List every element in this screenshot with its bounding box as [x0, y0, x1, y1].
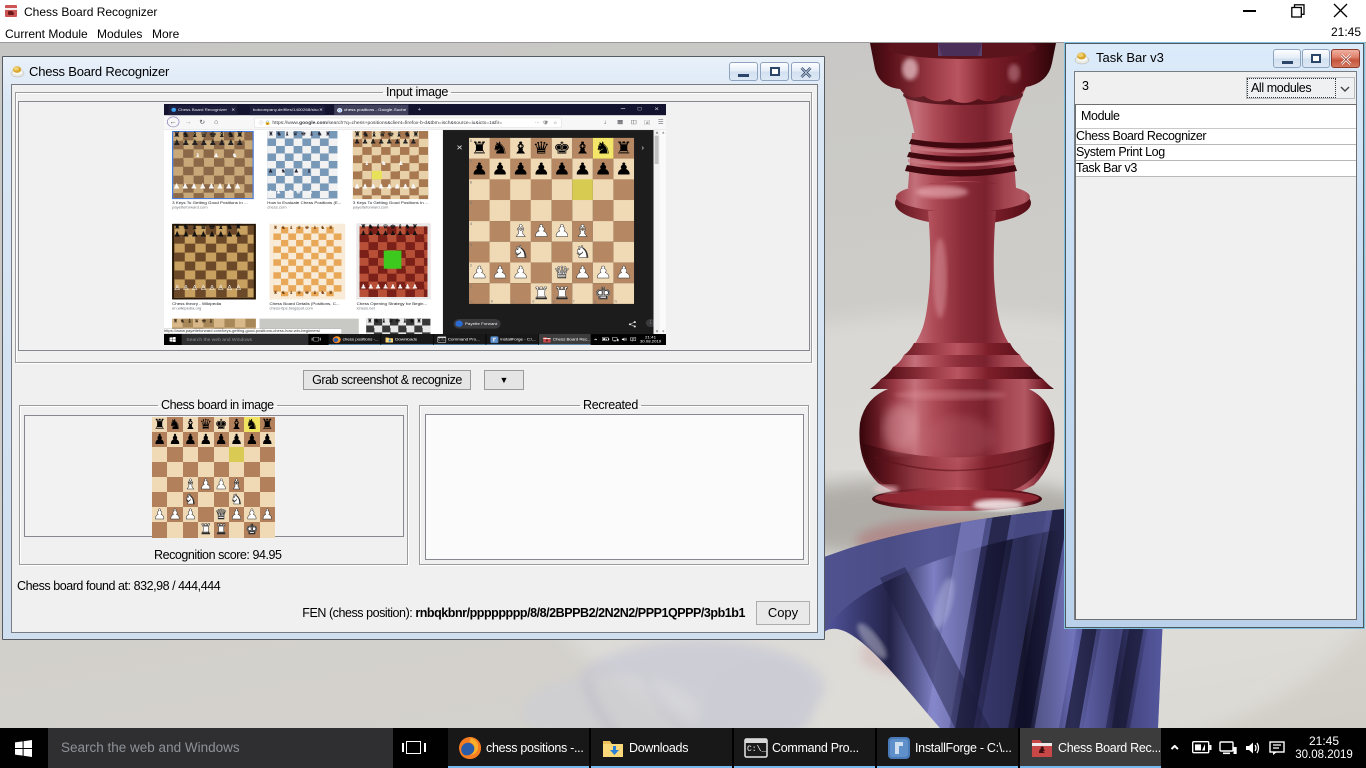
svg-text:C:\_: C:\_: [439, 338, 446, 342]
svg-text:C:\_: C:\_: [747, 745, 766, 754]
